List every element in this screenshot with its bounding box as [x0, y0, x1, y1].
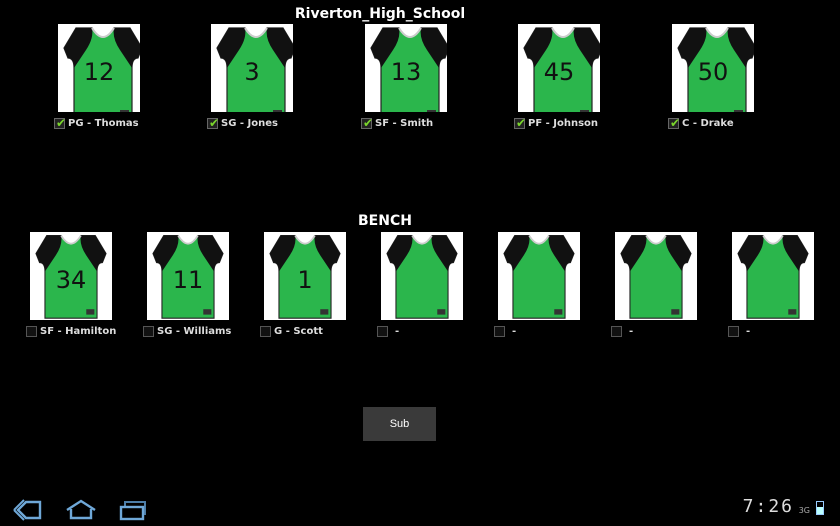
jersey-number: 13 — [390, 58, 422, 86]
bench-checkbox[interactable] — [494, 325, 505, 337]
jersey-number: 45 — [543, 58, 575, 86]
player-label: C - Drake — [682, 117, 734, 129]
jersey-number: 50 — [697, 58, 729, 86]
jersey-image — [381, 232, 463, 320]
jersey-number: 11 — [172, 266, 204, 294]
starter-slot-4[interactable]: 45 ✔ PF - Johnson — [514, 24, 600, 130]
player-label: SF - Hamilton — [40, 325, 117, 337]
bench-checkbox[interactable] — [260, 325, 271, 337]
jersey-image: 12 — [58, 24, 140, 112]
player-label: PG - Thomas — [68, 117, 139, 129]
bench-checkbox[interactable] — [611, 325, 622, 337]
starter-checkbox[interactable]: ✔ — [514, 116, 526, 130]
team-title: Riverton_High_School — [294, 6, 466, 22]
jersey-number: 1 — [297, 266, 313, 294]
jersey-number: 34 — [55, 266, 87, 294]
starter-checkbox[interactable]: ✔ — [361, 116, 373, 130]
player-label: SG - Jones — [221, 117, 278, 129]
player-label: - — [395, 325, 400, 337]
player-label: - — [512, 325, 517, 337]
jersey-image: 1 — [264, 232, 346, 320]
jersey-image — [732, 232, 814, 320]
jersey-image: 50 — [672, 24, 754, 112]
player-label: - — [629, 325, 634, 337]
bench-slot-1[interactable]: 34 SF - Hamilton — [26, 232, 116, 337]
jersey-image: 13 — [365, 24, 447, 112]
jersey-number: 3 — [244, 58, 260, 86]
battery-icon — [816, 501, 824, 515]
jersey-image: 34 — [30, 232, 112, 320]
starter-checkbox[interactable]: ✔ — [668, 116, 680, 130]
bench-slot-3[interactable]: 1 G - Scott — [260, 232, 346, 337]
bench-checkbox[interactable] — [728, 325, 739, 337]
recent-apps-icon[interactable] — [116, 498, 156, 522]
starter-checkbox[interactable]: ✔ — [207, 116, 219, 130]
signal-indicator: 3G — [798, 506, 810, 515]
bench-slot-6[interactable]: - — [611, 232, 697, 337]
bench-slot-5[interactable]: - — [494, 232, 580, 337]
bench-checkbox[interactable] — [26, 325, 37, 337]
starter-slot-2[interactable]: 3 ✔ SG - Jones — [207, 24, 293, 130]
jersey-image — [498, 232, 580, 320]
system-nav-bar: 7:26 3G — [0, 496, 840, 525]
jersey-image: 11 — [147, 232, 229, 320]
bench-title: BENCH — [358, 213, 412, 229]
bench-slot-4[interactable]: - — [377, 232, 463, 337]
player-label: PF - Johnson — [528, 117, 599, 129]
starter-checkbox[interactable]: ✔ — [54, 116, 66, 130]
jersey-image — [615, 232, 697, 320]
home-icon[interactable] — [63, 498, 103, 522]
sub-button[interactable]: Sub — [363, 407, 436, 441]
bench-slot-7[interactable]: - — [728, 232, 814, 337]
bench-checkbox[interactable] — [143, 325, 154, 337]
jersey-number: 12 — [83, 58, 115, 86]
jersey-image: 3 — [211, 24, 293, 112]
jersey-image: 45 — [518, 24, 600, 112]
player-label: G - Scott — [274, 325, 323, 337]
player-label: SF - Smith — [375, 117, 434, 129]
starter-slot-5[interactable]: 50 ✔ C - Drake — [668, 24, 754, 130]
bench-checkbox[interactable] — [377, 325, 388, 337]
back-icon[interactable] — [10, 498, 50, 522]
player-label: SG - Williams — [157, 325, 232, 337]
bench-slot-2[interactable]: 11 SG - Williams — [143, 232, 231, 337]
starter-slot-1[interactable]: 12 ✔ PG - Thomas — [54, 24, 140, 130]
starter-slot-3[interactable]: 13 ✔ SF - Smith — [361, 24, 447, 130]
player-label: - — [746, 325, 751, 337]
clock-time: 7:26 — [742, 496, 794, 517]
